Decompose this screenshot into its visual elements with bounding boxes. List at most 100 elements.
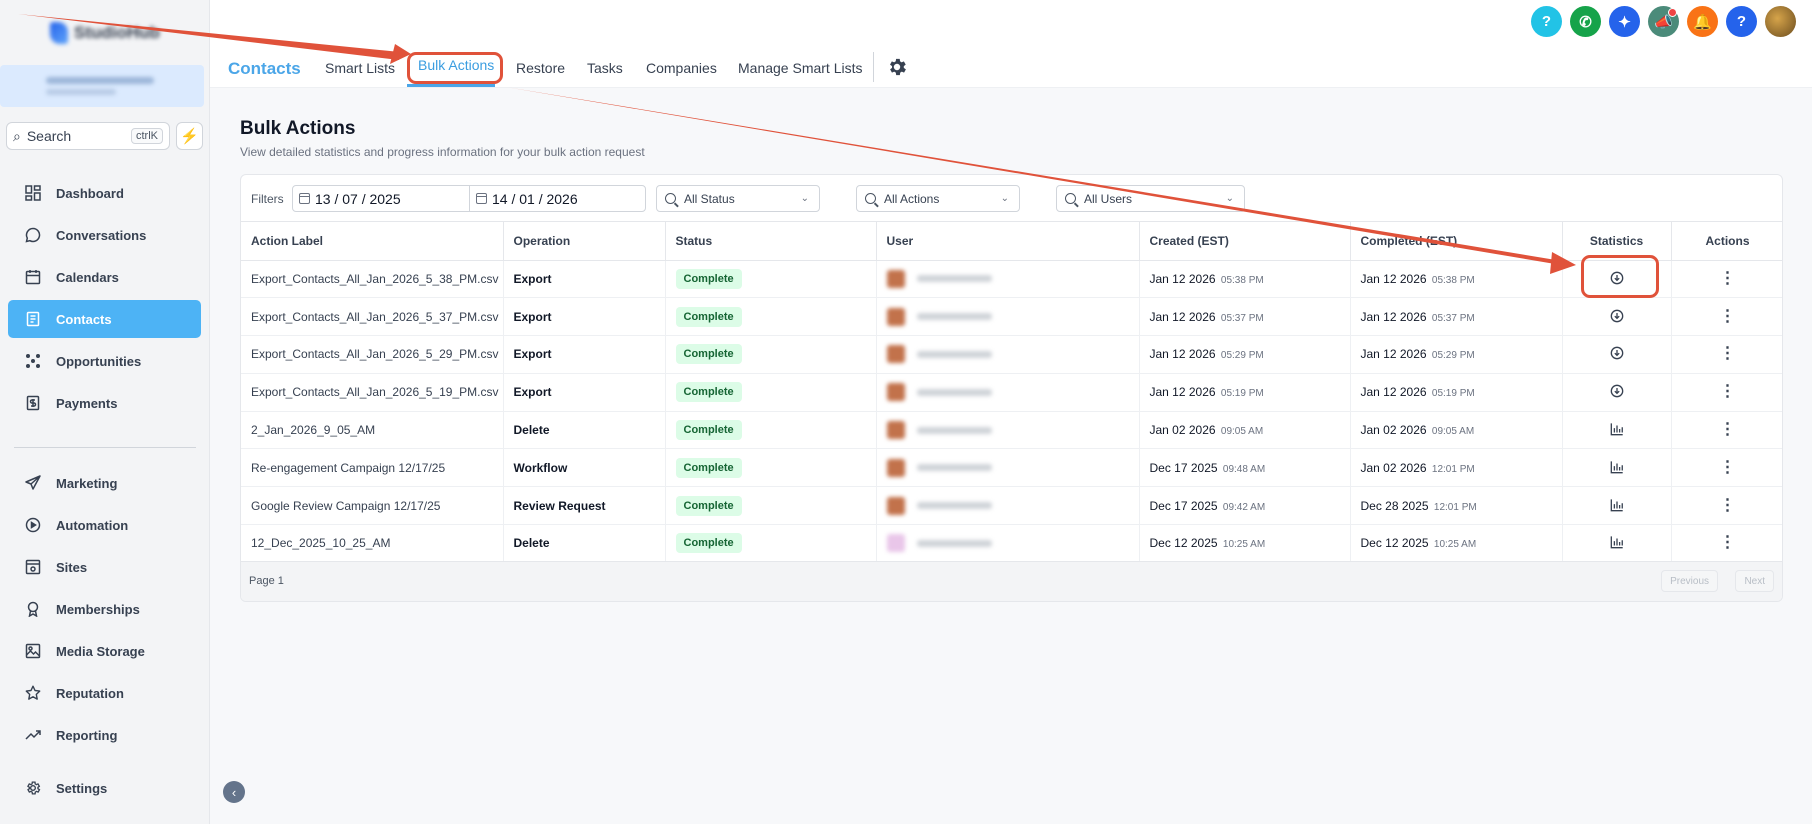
column-header-operation[interactable]: Operation — [503, 222, 666, 261]
star-icon — [24, 684, 42, 702]
table-row[interactable]: Export_Contacts_All_Jan_2026_5_37_PM.csv… — [241, 297, 1782, 337]
sidebar-item-label: Reputation — [56, 685, 124, 701]
status-cell: Complete — [665, 486, 877, 526]
sidebar-item-automation[interactable]: Automation — [8, 506, 201, 544]
users-filter-value: All Users — [1084, 191, 1133, 206]
filters-bar: Filters 13 / 07 / 2025 14 / 01 / 2026 Al… — [241, 175, 1782, 222]
completed-date: Jan 02 2026 — [1360, 460, 1427, 475]
annotation-highlight-download — [1581, 255, 1659, 298]
user-cell — [876, 524, 1140, 563]
date-range-picker[interactable]: 13 / 07 / 2025 14 / 01 / 2026 — [292, 185, 646, 212]
user-avatar[interactable] — [1765, 6, 1796, 37]
status-cell: Complete — [665, 448, 877, 488]
column-header-completed[interactable]: Completed (EST) — [1350, 222, 1563, 261]
pagination-bar: Page 1 Previous Next — [241, 561, 1782, 601]
chat-icon — [24, 226, 42, 244]
actions-filter-select[interactable]: All Actions ⌄ — [856, 185, 1020, 212]
completed-time: 05:37 PM — [1431, 312, 1475, 324]
sidebar-item-settings[interactable]: Settings — [8, 769, 201, 807]
sidebar-item-opportunities[interactable]: Opportunities — [8, 342, 201, 380]
date-to-field[interactable]: 14 / 01 / 2026 — [469, 186, 645, 211]
user-avatar — [886, 534, 905, 553]
tab-tasks[interactable]: Tasks — [587, 60, 623, 76]
sidebar-item-marketing[interactable]: Marketing — [8, 464, 201, 502]
sidebar-item-memberships[interactable]: Memberships — [8, 590, 201, 628]
section-title[interactable]: Contacts — [228, 59, 301, 79]
column-header-user[interactable]: User — [876, 222, 1140, 261]
table-row[interactable]: Export_Contacts_All_Jan_2026_5_38_PM.csv… — [241, 260, 1782, 299]
bar-chart-icon[interactable] — [1609, 459, 1625, 475]
sidebar-search[interactable]: ⌕ Search ctrlK — [6, 122, 170, 150]
sidebar-item-reputation[interactable]: Reputation — [8, 674, 201, 712]
sidebar-item-conversations[interactable]: Conversations — [8, 216, 201, 254]
sidebar-item-contacts[interactable]: Contacts — [8, 300, 201, 338]
sidebar-item-label: Settings — [56, 780, 108, 796]
sidebar-item-calendars[interactable]: Calendars — [8, 258, 201, 296]
statistics-cell — [1562, 373, 1672, 412]
image-icon — [24, 642, 42, 660]
account-switcher[interactable] — [0, 65, 204, 107]
sparkle-icon-glyph: ✦ — [1618, 13, 1631, 31]
table-row[interactable]: 12_Dec_2025_10_25_AM Delete Complete Dec 12… — [241, 524, 1782, 563]
completed-date: Jan 12 2026 — [1360, 347, 1427, 362]
brand-logo[interactable]: StudioHub — [50, 20, 160, 46]
created-cell: Jan 12 2026 05:19 PM — [1139, 373, 1351, 412]
tab-manage-smart-lists[interactable]: Manage Smart Lists — [738, 60, 863, 76]
column-header-status[interactable]: Status — [665, 222, 877, 261]
sidebar-item-dashboard[interactable]: Dashboard — [8, 174, 201, 212]
more-options-icon[interactable]: ⋮ — [1720, 346, 1736, 362]
column-header-action-label[interactable]: Action Label — [241, 222, 504, 261]
more-options-icon[interactable]: ⋮ — [1720, 422, 1736, 438]
sparkle-icon[interactable]: ✦ — [1609, 6, 1640, 37]
user-redacted — [886, 269, 1129, 288]
sites-icon — [24, 558, 42, 576]
phone-icon[interactable]: ✆ — [1570, 6, 1601, 37]
bar-chart-icon[interactable] — [1609, 497, 1625, 513]
table-row[interactable]: Re-engagement Campaign 12/17/25 Workflow C… — [241, 448, 1782, 488]
question-icon[interactable]: ? — [1726, 6, 1757, 37]
date-from-field[interactable]: 13 / 07 / 2025 — [293, 186, 469, 211]
previous-page-button[interactable]: Previous — [1661, 570, 1718, 592]
column-header-created[interactable]: Created (EST) — [1139, 222, 1351, 261]
table-row[interactable]: 2_Jan_2026_9_05_AM Delete Complete Jan 02 2… — [241, 411, 1782, 450]
download-icon[interactable] — [1609, 345, 1625, 361]
user-redacted — [886, 345, 1129, 364]
tab-restore[interactable]: Restore — [516, 60, 565, 76]
status-cell: Complete — [665, 411, 877, 450]
gear-icon[interactable] — [886, 56, 908, 78]
sidebar-item-payments[interactable]: Payments — [8, 384, 201, 422]
table-row[interactable]: Export_Contacts_All_Jan_2026_5_19_PM.csv… — [241, 373, 1782, 412]
tab-smart-lists[interactable]: Smart Lists — [325, 60, 395, 76]
user-redacted — [886, 383, 1129, 402]
chevron-left-icon: ‹ — [231, 784, 237, 800]
created-time: 05:38 PM — [1220, 274, 1264, 286]
tab-companies[interactable]: Companies — [646, 60, 717, 76]
collapse-sidebar-button[interactable]: ‹ — [223, 781, 245, 803]
status-filter-select[interactable]: All Status ⌄ — [656, 185, 820, 212]
bell-icon[interactable]: 🔔 — [1687, 6, 1718, 37]
more-options-icon[interactable]: ⋮ — [1720, 270, 1736, 287]
megaphone-icon[interactable]: 📣 — [1648, 6, 1679, 37]
help-icon[interactable]: ? — [1531, 6, 1562, 37]
table-row[interactable]: Export_Contacts_All_Jan_2026_5_29_PM.csv… — [241, 335, 1782, 374]
more-options-icon[interactable]: ⋮ — [1720, 459, 1736, 476]
operation-cell: Export — [503, 373, 666, 412]
operation-cell: Export — [503, 260, 666, 299]
table-row[interactable]: Google Review Campaign 12/17/25 Review Re… — [241, 486, 1782, 526]
more-options-icon[interactable]: ⋮ — [1720, 384, 1736, 400]
download-icon[interactable] — [1609, 308, 1625, 324]
bar-chart-icon[interactable] — [1609, 421, 1625, 437]
more-options-icon[interactable]: ⋮ — [1720, 308, 1736, 325]
sidebar-item-label: Contacts — [56, 311, 112, 327]
sidebar-item-sites[interactable]: Sites — [8, 548, 201, 586]
users-filter-select[interactable]: All Users ⌄ — [1056, 185, 1245, 212]
sidebar-item-media-storage[interactable]: Media Storage — [8, 632, 201, 670]
next-page-button[interactable]: Next — [1735, 570, 1774, 592]
bar-chart-icon[interactable] — [1609, 534, 1625, 550]
help-icon-glyph: ? — [1541, 13, 1552, 30]
quick-actions-button[interactable]: ⚡ — [176, 122, 203, 150]
more-options-icon[interactable]: ⋮ — [1720, 535, 1736, 551]
more-options-icon[interactable]: ⋮ — [1720, 497, 1736, 514]
sidebar-item-reporting[interactable]: Reporting — [8, 716, 201, 754]
download-icon[interactable] — [1609, 383, 1625, 399]
